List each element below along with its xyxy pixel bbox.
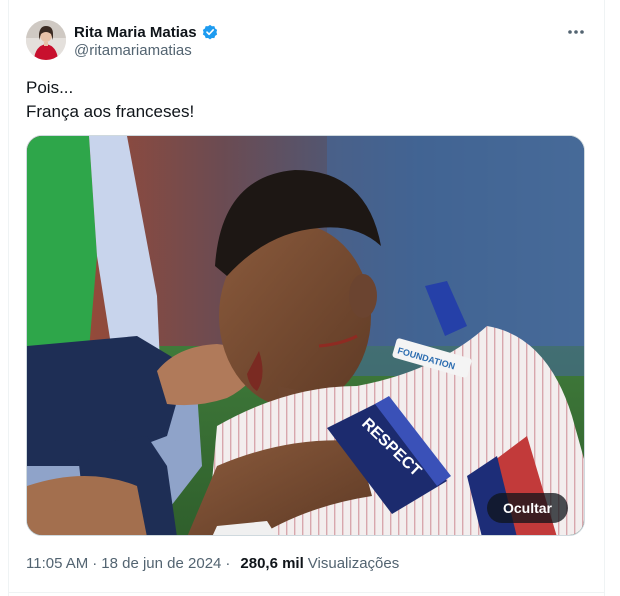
tweet-text: Pois... França aos franceses! [26, 76, 586, 124]
avatar[interactable] [26, 20, 66, 60]
bottom-divider [8, 592, 605, 593]
handle[interactable]: @ritamariamatias [74, 42, 192, 59]
tweet-meta: 11:05 AM · 18 de jun de 2024 · 280,6 mil… [26, 553, 399, 573]
tweet-line-1: Pois... [26, 78, 74, 97]
tweet-date[interactable]: 18 de jun de 2024 [101, 555, 221, 572]
display-name[interactable]: Rita Maria Matias [74, 24, 197, 41]
views-label[interactable]: Visualizações [308, 555, 399, 572]
tweet-media[interactable]: FOUNDATION RESPECT Ocultar [26, 135, 585, 536]
media-photo: FOUNDATION RESPECT [27, 136, 584, 535]
hide-media-button[interactable]: Ocultar [486, 493, 568, 523]
views-count[interactable]: 280,6 mil [240, 555, 303, 572]
avatar-image [26, 20, 66, 60]
tweet-line-2: França aos franceses! [26, 102, 195, 121]
tweet-page: Rita Maria Matias @ritamariamatias Pois.… [0, 0, 620, 596]
tweet-header: Rita Maria Matias @ritamariamatias [26, 20, 592, 64]
more-horizontal-icon[interactable] [566, 22, 586, 42]
tweet-time[interactable]: 11:05 AM [26, 555, 88, 572]
name-row: Rita Maria Matias [74, 22, 219, 42]
meta-separator: · [92, 554, 98, 572]
right-divider [604, 0, 605, 596]
left-divider [8, 0, 9, 596]
verified-badge-icon [201, 23, 219, 41]
meta-separator-2: · [225, 554, 231, 572]
